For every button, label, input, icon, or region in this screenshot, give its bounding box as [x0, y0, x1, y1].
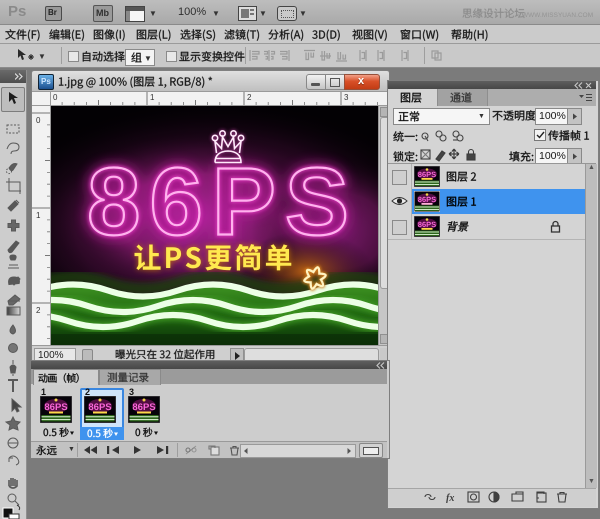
svg-text:0: 0: [36, 116, 41, 125]
svg-text:fx: fx: [446, 493, 454, 503]
svg-text:1: 1: [36, 211, 41, 220]
svg-text:1: 1: [150, 93, 155, 102]
svg-text:3: 3: [344, 93, 349, 102]
svg-text:2: 2: [247, 93, 252, 102]
svg-text:0: 0: [53, 93, 58, 102]
svg-text:2: 2: [36, 306, 41, 315]
